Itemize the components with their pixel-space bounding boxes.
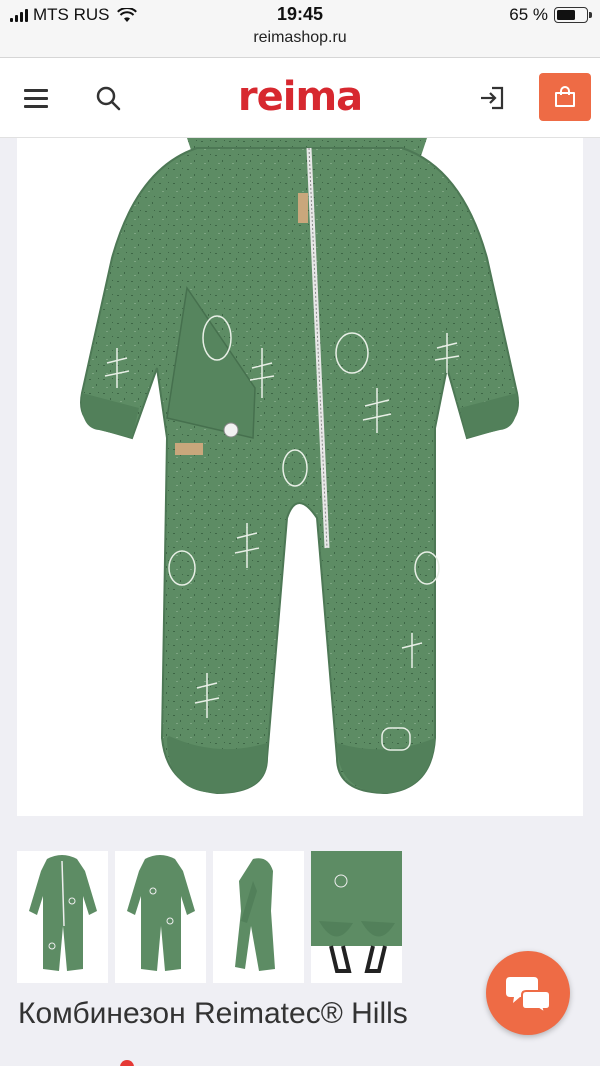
- thumbnail-front[interactable]: [17, 851, 108, 983]
- site-header: reima: [0, 58, 600, 138]
- thumbnail-back[interactable]: [115, 851, 206, 983]
- login-icon[interactable]: [474, 80, 510, 116]
- status-right: 65 %: [509, 5, 592, 25]
- reima-logo[interactable]: reima: [0, 74, 600, 120]
- screen: MTS RUS 19:45 65 % reimashop.ru reima Ко…: [0, 0, 600, 1066]
- shopping-bag-icon: [555, 86, 575, 107]
- sale-badge: [120, 1060, 134, 1066]
- status-bar: MTS RUS 19:45 65 % reimashop.ru: [0, 0, 600, 58]
- chat-icon: [506, 977, 550, 1013]
- thumbnail-strip: [17, 851, 402, 983]
- address-bar[interactable]: reimashop.ru: [0, 29, 600, 47]
- cart-button[interactable]: [539, 73, 591, 121]
- product-title: Комбинезон Reimatec® Hills: [18, 997, 408, 1030]
- thumbnail-side[interactable]: [213, 851, 304, 983]
- battery-percent: 65 %: [509, 5, 548, 24]
- product-image[interactable]: [17, 138, 583, 816]
- battery-icon: [554, 7, 592, 23]
- thumbnail-detail[interactable]: [311, 851, 402, 983]
- chat-button[interactable]: [486, 951, 570, 1035]
